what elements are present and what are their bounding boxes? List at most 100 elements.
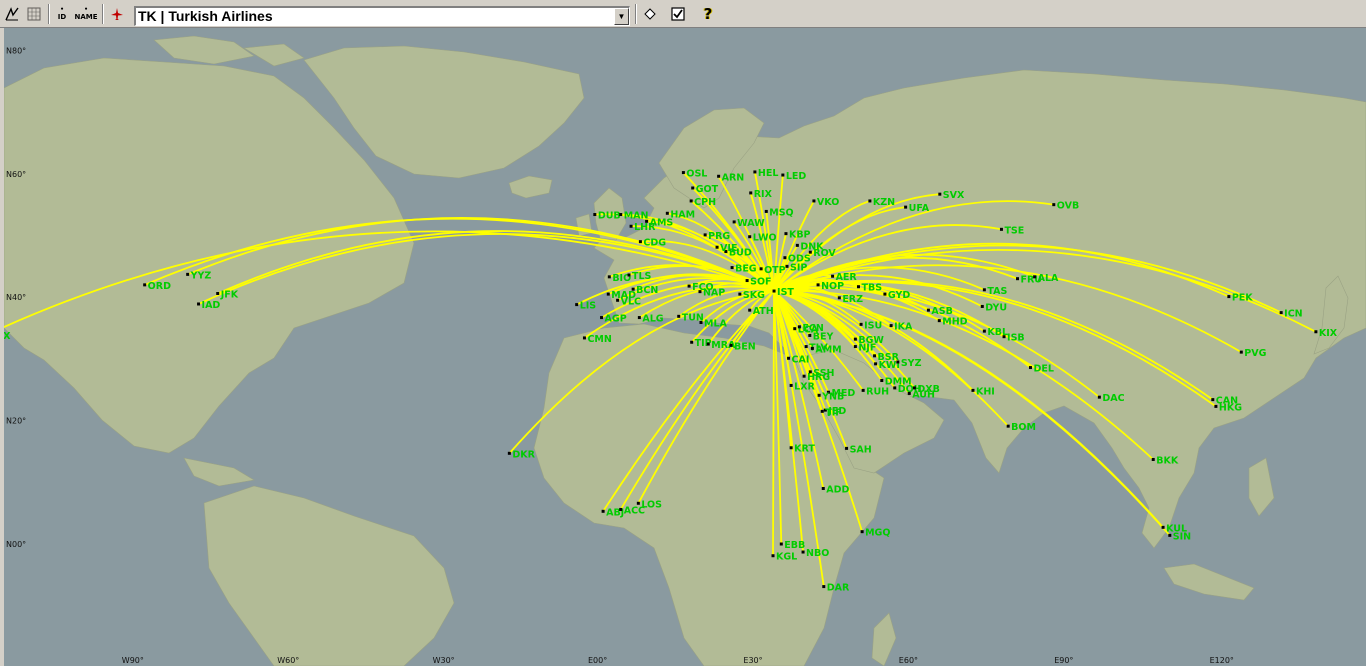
- airport-marker[interactable]: [748, 308, 752, 312]
- airport-del[interactable]: DEL: [1028, 364, 1054, 375]
- draw-routes-icon[interactable]: [3, 4, 21, 24]
- airport-marker[interactable]: [748, 235, 752, 239]
- airport-marker[interactable]: [789, 446, 793, 450]
- airport-erz[interactable]: ERZ: [837, 294, 863, 305]
- airport-marker[interactable]: [793, 327, 797, 331]
- airport-osl[interactable]: OSL: [681, 169, 707, 180]
- airport-ath[interactable]: ATH: [748, 306, 774, 317]
- airport-marker[interactable]: [1168, 533, 1172, 537]
- airport-mgq[interactable]: MGQ: [860, 528, 891, 539]
- airport-agp[interactable]: AGP: [600, 314, 627, 325]
- airport-alg[interactable]: ALG: [637, 314, 664, 325]
- airport-amm[interactable]: AMM: [810, 344, 842, 355]
- airport-marker[interactable]: [982, 329, 986, 333]
- airport-marker[interactable]: [853, 337, 857, 341]
- airport-hkg[interactable]: HKG: [1214, 402, 1242, 413]
- airport-marker[interactable]: [772, 289, 776, 293]
- airport-marker[interactable]: [1161, 525, 1165, 529]
- airport-marker[interactable]: [1006, 424, 1010, 428]
- airport-marker[interactable]: [1314, 330, 1318, 334]
- airport-marker[interactable]: [606, 292, 610, 296]
- airport-otp[interactable]: OTP: [759, 265, 786, 276]
- airport-dyu[interactable]: DYU: [980, 302, 1007, 313]
- airport-mla[interactable]: MLA: [699, 318, 728, 329]
- airport-marker[interactable]: [873, 354, 877, 358]
- airport-ika[interactable]: IKA: [889, 322, 913, 333]
- airport-kbp[interactable]: KBP: [784, 230, 811, 241]
- airport-marker[interactable]: [759, 267, 763, 271]
- airport-marker[interactable]: [907, 391, 911, 395]
- airport-ala[interactable]: ALA: [1033, 273, 1059, 284]
- airport-kzn[interactable]: KZN: [868, 197, 895, 208]
- airport-auh[interactable]: AUH: [907, 389, 935, 400]
- airport-marker[interactable]: [880, 378, 884, 382]
- airport-marker[interactable]: [645, 219, 649, 223]
- airport-marker[interactable]: [665, 211, 669, 215]
- airport-marker[interactable]: [1239, 350, 1243, 354]
- airport-krt[interactable]: KRT: [789, 444, 816, 455]
- airport-marker[interactable]: [856, 285, 860, 289]
- airport-marker[interactable]: [143, 283, 147, 287]
- airport-marker[interactable]: [1214, 404, 1218, 408]
- airport-marker[interactable]: [999, 227, 1003, 231]
- airport-dar[interactable]: DAR: [822, 583, 850, 594]
- airport-lwo[interactable]: LWO: [748, 233, 777, 244]
- airport-marker[interactable]: [868, 199, 872, 203]
- airport-marker[interactable]: [785, 264, 789, 268]
- airport-marker[interactable]: [904, 205, 908, 209]
- airport-marker[interactable]: [812, 199, 816, 203]
- airport-marker[interactable]: [1002, 335, 1006, 339]
- airport-cdg[interactable]: CDG: [638, 238, 666, 249]
- airport-add[interactable]: ADD: [821, 484, 850, 495]
- airport-marker[interactable]: [859, 322, 863, 326]
- airport-marker[interactable]: [804, 345, 808, 349]
- grid-toggle-icon[interactable]: [25, 4, 43, 24]
- airport-ssh[interactable]: SSH: [808, 368, 835, 379]
- airport-marker[interactable]: [600, 316, 604, 320]
- airport-got[interactable]: GOT: [691, 184, 719, 195]
- airport-marker[interactable]: [601, 509, 605, 513]
- airport-marker[interactable]: [687, 284, 691, 288]
- airport-marker[interactable]: [802, 374, 806, 378]
- airport-marker[interactable]: [971, 388, 975, 392]
- airport-marker[interactable]: [808, 333, 812, 337]
- airport-marker[interactable]: [681, 171, 685, 175]
- airport-man[interactable]: MAN: [619, 211, 649, 222]
- airport-svx[interactable]: SVX: [938, 190, 965, 201]
- airport-bkk[interactable]: BKK: [1151, 455, 1179, 466]
- airport-ruh[interactable]: RUH: [861, 386, 890, 397]
- airport-mhd[interactable]: MHD: [937, 317, 968, 328]
- airport-marker[interactable]: [689, 199, 693, 203]
- airport-marker[interactable]: [938, 192, 942, 196]
- airport-marker[interactable]: [831, 274, 835, 278]
- airport-marker[interactable]: [197, 302, 201, 306]
- airport-marker[interactable]: [749, 191, 753, 195]
- airport-marker[interactable]: [1227, 295, 1231, 299]
- map-canvas[interactable]: N80° N60° N40° N20° N00° W90° W60° W30° E00° E30°…: [4, 28, 1366, 666]
- airport-marker[interactable]: [1279, 311, 1283, 315]
- airport-marker[interactable]: [808, 370, 812, 374]
- show-name-button[interactable]: • NAME: [74, 4, 98, 24]
- airport-pvg[interactable]: PVG: [1239, 348, 1267, 359]
- airport-marker[interactable]: [1097, 395, 1101, 399]
- airport-ham[interactable]: HAM: [665, 209, 695, 220]
- airport-marker[interactable]: [937, 319, 941, 323]
- airport-marker[interactable]: [1211, 398, 1215, 402]
- airport-marker[interactable]: [607, 275, 611, 279]
- airport-fco[interactable]: FCO: [687, 282, 714, 293]
- airport-aer[interactable]: AER: [831, 272, 857, 283]
- airport-arn[interactable]: ARN: [717, 172, 744, 183]
- airport-vlc[interactable]: VLC: [616, 296, 641, 307]
- diamond-icon[interactable]: [641, 4, 659, 24]
- airport-prg[interactable]: PRG: [703, 231, 731, 242]
- airport-marker[interactable]: [186, 272, 190, 276]
- airport-marker[interactable]: [1052, 203, 1056, 207]
- airport-marker[interactable]: [738, 292, 742, 296]
- airport-marker[interactable]: [575, 303, 579, 307]
- airport-marker[interactable]: [629, 224, 633, 228]
- airport-kgl[interactable]: KGL: [771, 552, 798, 563]
- route-map[interactable]: N80° N60° N40° N20° N00° W90° W60° W30° E00° E30°…: [4, 28, 1366, 666]
- airport-marker[interactable]: [781, 173, 785, 177]
- airport-marker[interactable]: [784, 232, 788, 236]
- airport-marker[interactable]: [753, 170, 757, 174]
